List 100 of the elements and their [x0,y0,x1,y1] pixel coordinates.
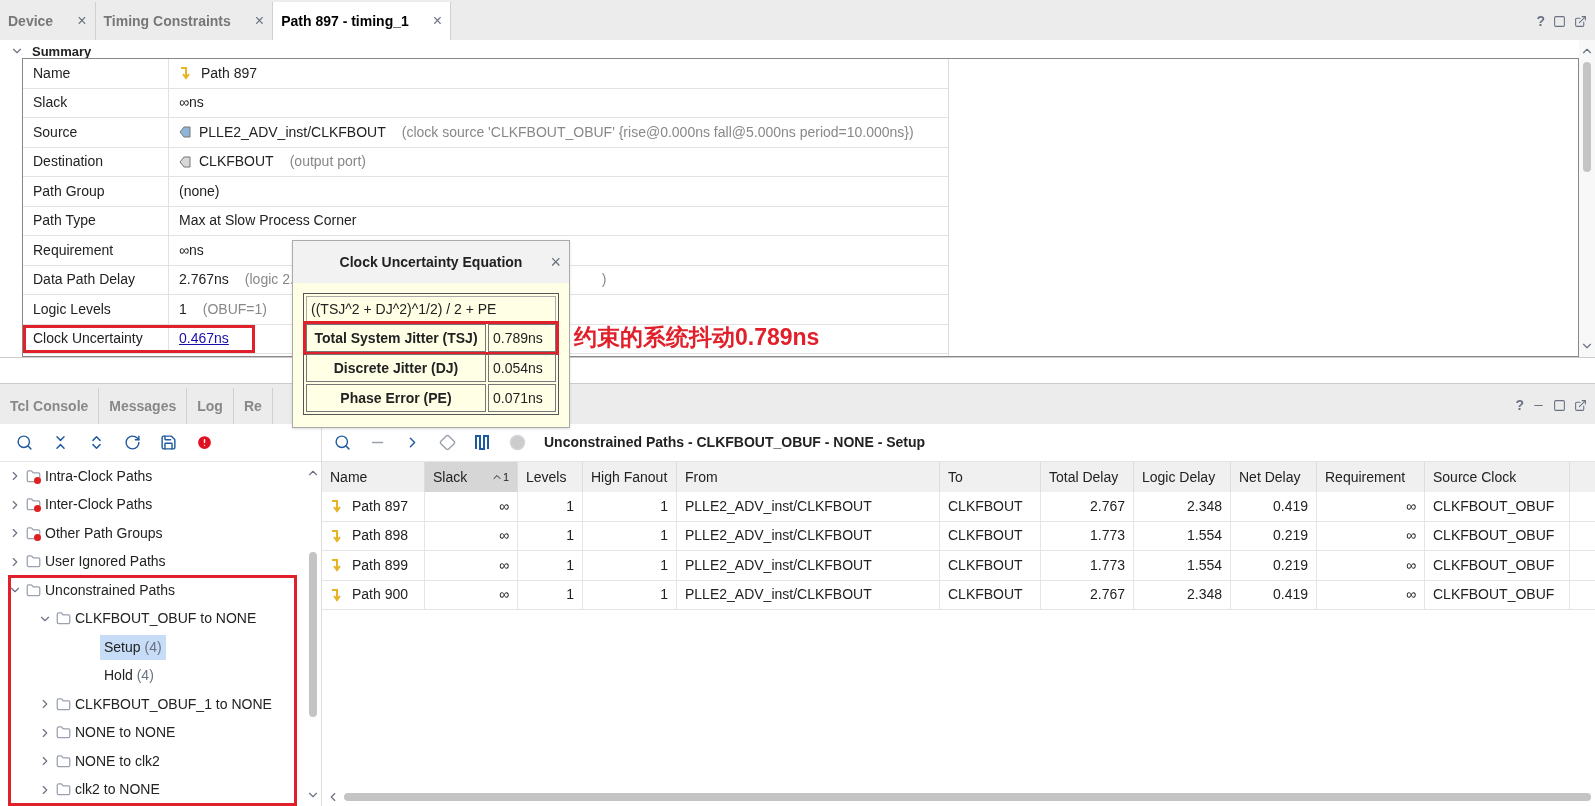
path-arrow-icon [330,587,344,602]
annotation-text: 约束的系统抖动0.789ns [574,323,820,352]
refresh-icon[interactable] [124,434,141,451]
table-cell: ∞ [425,580,518,609]
waveform-icon[interactable] [474,434,491,451]
path-arrow-icon [179,66,193,81]
table-cell: 1 [583,551,677,580]
column-header[interactable]: Slack 1 [425,462,518,492]
path-arrow-icon [330,528,344,543]
table-cell: ∞ [1317,580,1425,609]
help-icon[interactable]: ? [1515,395,1524,416]
column-header[interactable]: Requirement [1317,462,1425,492]
property-label: Path Group [23,177,169,206]
section-title: Summary [32,45,92,58]
table-cell: 2.348 [1134,580,1231,609]
column-header[interactable]: Source Clock [1425,462,1570,492]
popup-title: Clock Uncertainty Equation [339,252,523,272]
tree-item[interactable]: Setup (4) [100,634,166,660]
table-cell: CLKFBOUT_OBUF [1425,521,1570,550]
table-cell: Path 897 [322,492,425,521]
property-label: Clock Uncertainty [23,324,169,353]
tree-item[interactable]: NONE to NONE [75,722,176,744]
error-icon[interactable] [196,434,213,451]
table-cell: Path 899 [322,551,425,580]
property-detail: ) [601,270,607,290]
property-detail: (logic 2. [244,270,294,290]
value-link[interactable]: 0.467ns [179,328,229,350]
property-label: Slack [23,88,169,117]
column-header[interactable]: From [677,462,940,492]
column-header[interactable]: Logic Delay [1134,462,1231,492]
tree-item[interactable]: NONE to clk2 [75,750,160,772]
table-cell: 1.554 [1134,521,1231,550]
table-cell: PLLE2_ADV_inst/CLKFBOUT [677,521,940,550]
table-cell: ∞ [425,521,518,550]
jitter-label: Discrete Jitter (DJ) [306,354,486,382]
table-cell: Path 898 [322,521,425,550]
port-icon [179,155,191,168]
property-label: Path Type [23,206,169,235]
tree-item[interactable]: Intra-Clock Paths [45,465,153,487]
property-value: PLLE2_ADV_inst/CLKFBOUT [199,122,386,142]
property-value: ∞ns [179,240,204,260]
tree-item[interactable]: CLKFBOUT_OBUF to NONE [75,608,257,630]
property-label: Data Path Delay [23,265,169,294]
property-value: Path 897 [201,63,258,83]
property-value: CLKFBOUT [199,152,274,172]
close-icon[interactable]: × [77,9,87,33]
results-title: Unconstrained Paths - CLKFBOUT_OBUF - NONE - Setup [544,433,926,452]
table-cell: 1.773 [1041,551,1134,580]
tree-item[interactable]: Hold (4) [100,663,158,689]
tree-item[interactable]: User Ignored Paths [45,551,166,573]
search-icon[interactable] [334,434,351,451]
table-cell: 0.419 [1231,492,1317,521]
port-icon [179,126,191,139]
property-value: ∞ns [179,93,204,113]
float-icon[interactable] [1574,399,1587,412]
property-detail: (output port) [289,152,366,172]
jitter-label: Phase Error (PE) [306,384,486,412]
tree-item[interactable]: Unconstrained Paths [45,579,175,601]
float-icon[interactable] [1574,15,1587,28]
help-icon[interactable]: ? [1536,11,1545,32]
property-value: (none) [179,181,220,201]
maximize-icon[interactable] [1553,399,1566,412]
table-cell: 2.348 [1134,492,1231,521]
table-cell: 2.767 [1041,492,1134,521]
save-icon[interactable] [160,434,177,451]
property-label: Requirement [23,236,169,265]
table-cell: 2.767 [1041,580,1134,609]
column-header[interactable]: Levels [518,462,583,492]
column-header[interactable]: To [940,462,1041,492]
diamond-icon[interactable] [439,434,456,451]
close-icon[interactable]: × [254,9,265,33]
table-cell: CLKFBOUT [940,492,1041,521]
table-cell: ∞ [1317,551,1425,580]
scrollbar-thumb[interactable] [344,793,1591,801]
editor-tab[interactable]: Path 897 - timing_1 × [273,2,452,40]
table-cell: CLKFBOUT [940,580,1041,609]
table-cell: 0.219 [1231,551,1317,580]
scrollbar-thumb[interactable] [1583,62,1591,172]
table-cell: 1 [518,551,583,580]
search-icon[interactable] [16,434,33,451]
column-header[interactable]: Total Delay [1041,462,1134,492]
tree-item[interactable]: Other Path Groups [45,522,163,544]
scrollbar-thumb[interactable] [309,551,317,717]
property-detail: (OBUF=1) [202,299,267,319]
property-detail: (clock source 'CLKFBOUT_OBUF' {rise@0.000ns fall@5.000ns period=10.000ns}) [401,122,914,142]
table-cell: PLLE2_ADV_inst/CLKFBOUT [677,580,940,609]
table-cell: ∞ [425,492,518,521]
column-header[interactable]: Net Delay [1231,462,1317,492]
column-header[interactable]: High Fanout [583,462,677,492]
table-cell: ∞ [425,551,518,580]
close-icon[interactable]: × [550,248,561,276]
table-cell: CLKFBOUT_OBUF [1425,492,1570,521]
tree-item[interactable]: Inter-Clock Paths [45,494,153,516]
tree-item[interactable]: clk2 to NONE [75,779,160,801]
property-label: Logic Levels [23,295,169,324]
property-label: Source [23,118,169,147]
maximize-icon[interactable] [1553,15,1566,28]
tree-item[interactable]: CLKFBOUT_OBUF_1 to NONE [75,693,272,715]
property-value: Max at Slow Process Corner [179,211,357,231]
close-icon[interactable]: × [432,9,443,33]
